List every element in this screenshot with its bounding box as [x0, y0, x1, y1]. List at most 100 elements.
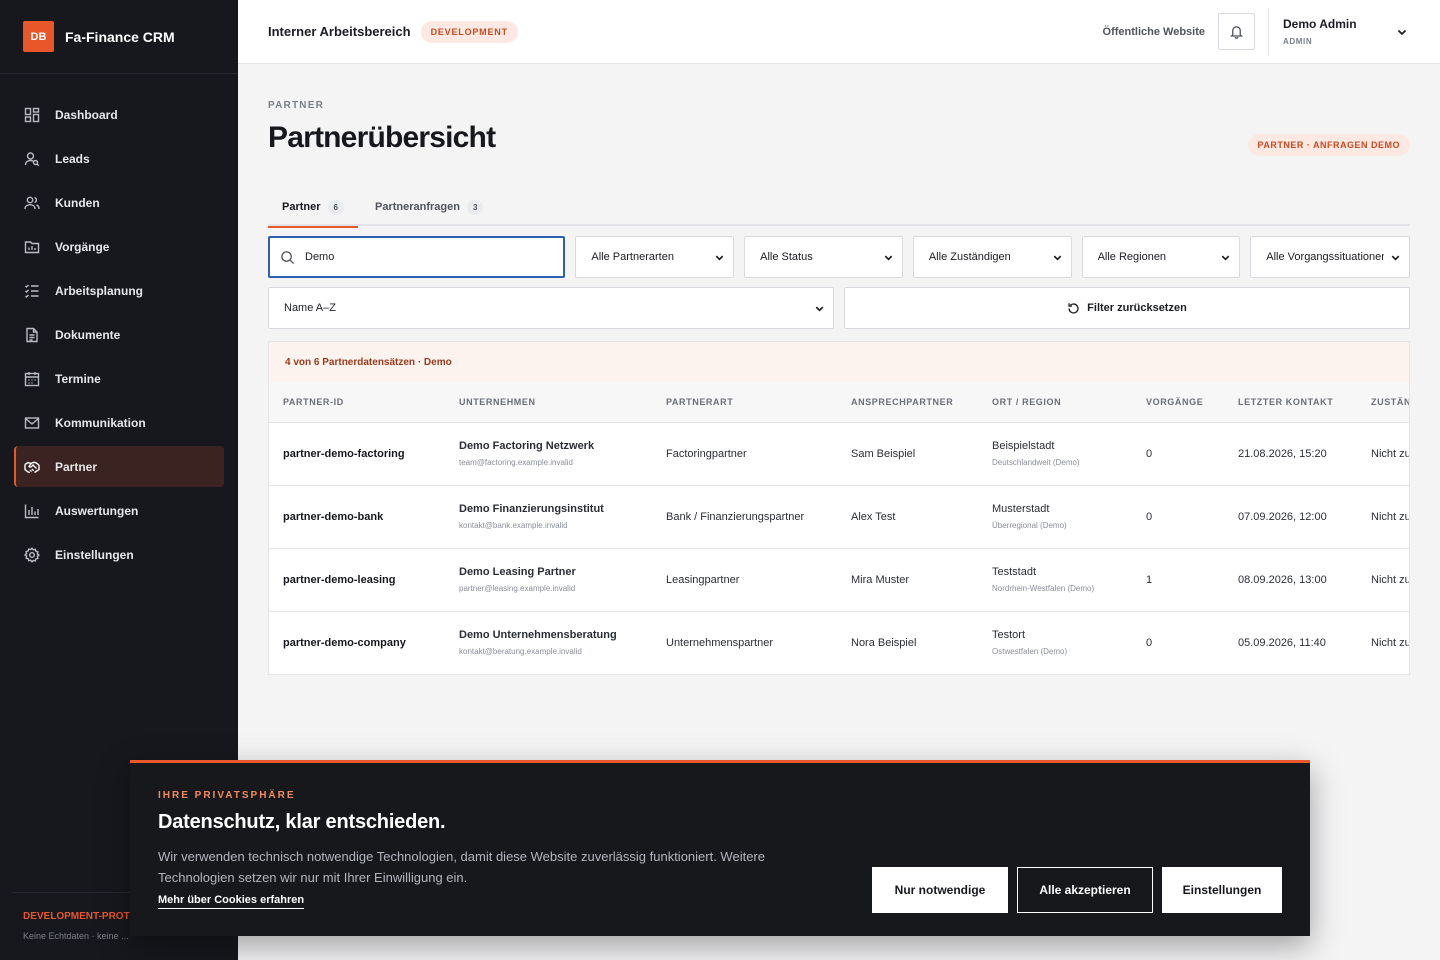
partner-id[interactable]: partner-demo-factoring — [269, 422, 459, 486]
brand-logo: DB — [23, 21, 54, 52]
user-info: Demo Admin ADMIN — [1283, 17, 1357, 46]
search-field[interactable] — [268, 236, 566, 278]
column-header[interactable]: ANSPRECHPARTNER — [851, 382, 992, 423]
brand[interactable]: DB Fa-Finance CRM — [0, 0, 238, 74]
sidebar-item-dashboard[interactable]: Dashboard — [14, 94, 224, 135]
sort-select[interactable]: Name A–Z — [268, 287, 834, 329]
select-value: Name A–Z — [284, 302, 336, 314]
company-name: Demo Leasing Partner — [459, 566, 576, 578]
city: Musterstadt — [992, 503, 1050, 515]
column-header[interactable]: UNTERNEHMEN — [459, 382, 666, 423]
sidebar-item-arbeitsplanung[interactable]: Arbeitsplanung — [14, 270, 224, 311]
table-row[interactable]: partner-demo-leasing Demo Leasing Partne… — [269, 548, 1409, 612]
column-header[interactable]: PARTNER-ID — [269, 382, 459, 423]
calendar-icon — [24, 371, 40, 386]
brand-name: Fa-Finance CRM — [65, 28, 175, 45]
result-count: 4 von 6 Partnerdatensätzen · Demo — [269, 342, 1409, 382]
sidebar-item-termine[interactable]: Termine — [14, 358, 224, 399]
partner-table: PARTNER-ID UNTERNEHMEN PARTNERART ANSPRE… — [269, 382, 1409, 674]
page-badge: PARTNER · ANFRAGEN DEMO — [1247, 134, 1410, 156]
last-contact: 07.09.2026, 12:00 — [1238, 485, 1371, 549]
contact-person: Sam Beispiel — [851, 422, 992, 486]
tab-partneranfragen[interactable]: Partneranfragen 3 — [361, 188, 497, 226]
sidebar-item-einstellungen[interactable]: Einstellungen — [14, 534, 224, 575]
topbar: Interner Arbeitsbereich DEVELOPMENT Öffe… — [238, 0, 1440, 64]
sidebar-item-label: Partner — [55, 459, 98, 474]
column-header[interactable]: ORT / REGION — [992, 382, 1146, 423]
notifications-button[interactable] — [1218, 13, 1255, 50]
necessary-only-button[interactable]: Nur notwendige — [872, 867, 1008, 913]
column-header[interactable]: LETZTER KONTAKT — [1238, 382, 1371, 423]
region-select[interactable]: Alle Regionen — [1081, 236, 1241, 278]
table-row[interactable]: partner-demo-company Demo Unternehmensbe… — [269, 611, 1409, 674]
cookie-banner: IHRE PRIVATSPHÄRE Datenschutz, klar ents… — [130, 760, 1310, 936]
sidebar-item-label: Einstellungen — [55, 547, 134, 562]
company-email: partner@leasing.example.invalid — [459, 584, 576, 593]
company-name: Demo Factoring Netzwerk — [459, 440, 595, 452]
region: Ostwestfalen (Demo) — [992, 647, 1068, 657]
cookie-info-link[interactable]: Mehr über Cookies erfahren — [158, 894, 305, 909]
select-value: Alle Regionen — [1097, 251, 1167, 263]
city: Teststadt — [992, 566, 1037, 578]
accept-all-button[interactable]: Alle akzeptieren — [1017, 867, 1153, 913]
partner-type: Bank / Finanzierungspartner — [666, 485, 851, 549]
reset-label: Filter zurücksetzen — [1087, 302, 1187, 314]
sidebar-item-leads[interactable]: Leads — [14, 138, 224, 179]
bar-chart-icon — [24, 504, 39, 518]
cases-count: 0 — [1146, 422, 1238, 486]
handshake-icon — [24, 461, 40, 473]
sidebar-item-label: Arbeitsplanung — [55, 283, 144, 298]
sidebar-item-label: Kunden — [55, 195, 100, 210]
situation-select[interactable]: Alle Vorgangssituationen — [1250, 236, 1410, 278]
location-cell: Teststadt Nordrhein-Westfalen (Demo) — [992, 548, 1146, 612]
cookie-text: Wir verwenden technisch notwendige Techn… — [158, 849, 765, 885]
select-value: Alle Status — [760, 251, 813, 263]
last-contact: 08.09.2026, 13:00 — [1238, 548, 1371, 612]
tab-partner[interactable]: Partner 6 — [268, 188, 358, 228]
partner-id[interactable]: partner-demo-company — [269, 611, 459, 674]
last-contact: 05.09.2026, 11:40 — [1238, 636, 1326, 649]
partner-id[interactable]: partner-demo-bank — [269, 485, 459, 549]
sidebar-item-dokumente[interactable]: Dokumente — [14, 314, 224, 355]
reset-icon — [1068, 302, 1079, 314]
sidebar-nav: Dashboard Leads Kunden Vorgänge Arbeitsp… — [0, 74, 238, 575]
owner-select[interactable]: Alle Zuständigen — [912, 236, 1072, 278]
region: Deutschlandweit (Demo) — [992, 458, 1080, 467]
partner-type: Unternehmenspartner — [666, 636, 774, 649]
partner-table-card: 4 von 6 Partnerdatensätzen · Demo PARTNE… — [268, 341, 1410, 675]
public-website-link[interactable]: Öffentliche Website — [1103, 26, 1205, 38]
user-name: Demo Admin — [1283, 17, 1357, 31]
sidebar-item-partner[interactable]: Partner — [14, 446, 224, 487]
user-menu[interactable]: Demo Admin ADMIN — [1268, 7, 1440, 56]
checklist-icon — [25, 284, 39, 298]
sort-row: Name A–Z Filter zurücksetzen — [268, 287, 1410, 329]
table-row[interactable]: partner-demo-factoring Demo Factoring Ne… — [269, 422, 1409, 486]
region: Nordrhein-Westfalen (Demo) — [992, 584, 1095, 593]
search-input[interactable] — [305, 251, 545, 263]
column-header[interactable]: VORGÄNGE — [1146, 382, 1238, 423]
chevron-down-icon — [1391, 255, 1400, 261]
column-header[interactable]: PARTNERART — [666, 382, 851, 423]
partner-type-select[interactable]: Alle Partnerarten — [575, 236, 735, 278]
sidebar-item-auswertungen[interactable]: Auswertungen — [14, 490, 224, 531]
cookie-eyebrow: IHRE PRIVATSPHÄRE — [158, 790, 296, 801]
owner: Nicht zugewiesen — [1371, 485, 1409, 549]
last-contact: 21.08.2026, 15:20 — [1238, 422, 1371, 486]
column-header[interactable]: ZUSTÄNDIG — [1371, 382, 1409, 423]
sidebar-footer-title: DEVELOPMENT-PROT — [23, 911, 130, 922]
sidebar-item-vorgaenge[interactable]: Vorgänge — [14, 226, 224, 267]
partner-id[interactable]: partner-demo-leasing — [269, 548, 459, 612]
sidebar-item-kommunikation[interactable]: Kommunikation — [14, 402, 224, 443]
workspace-title: Interner Arbeitsbereich — [268, 24, 411, 39]
cases-count: 0 — [1146, 485, 1238, 549]
sidebar-item-kunden[interactable]: Kunden — [14, 182, 224, 223]
reset-filters-button[interactable]: Filter zurücksetzen — [844, 287, 1410, 329]
sidebar-item-label: Kommunikation — [55, 415, 146, 430]
region: Überregional (Demo) — [992, 521, 1067, 530]
table-row[interactable]: partner-demo-bank Demo Finanzierungsinst… — [269, 485, 1409, 549]
company-name: Demo Unternehmensberatung — [459, 629, 617, 642]
chevron-down-icon — [884, 255, 893, 261]
cookie-settings-button[interactable]: Einstellungen — [1162, 867, 1282, 913]
title-row: Partnerübersicht PARTNER · ANFRAGEN DEMO — [268, 121, 1410, 156]
status-select[interactable]: Alle Status — [744, 236, 903, 278]
